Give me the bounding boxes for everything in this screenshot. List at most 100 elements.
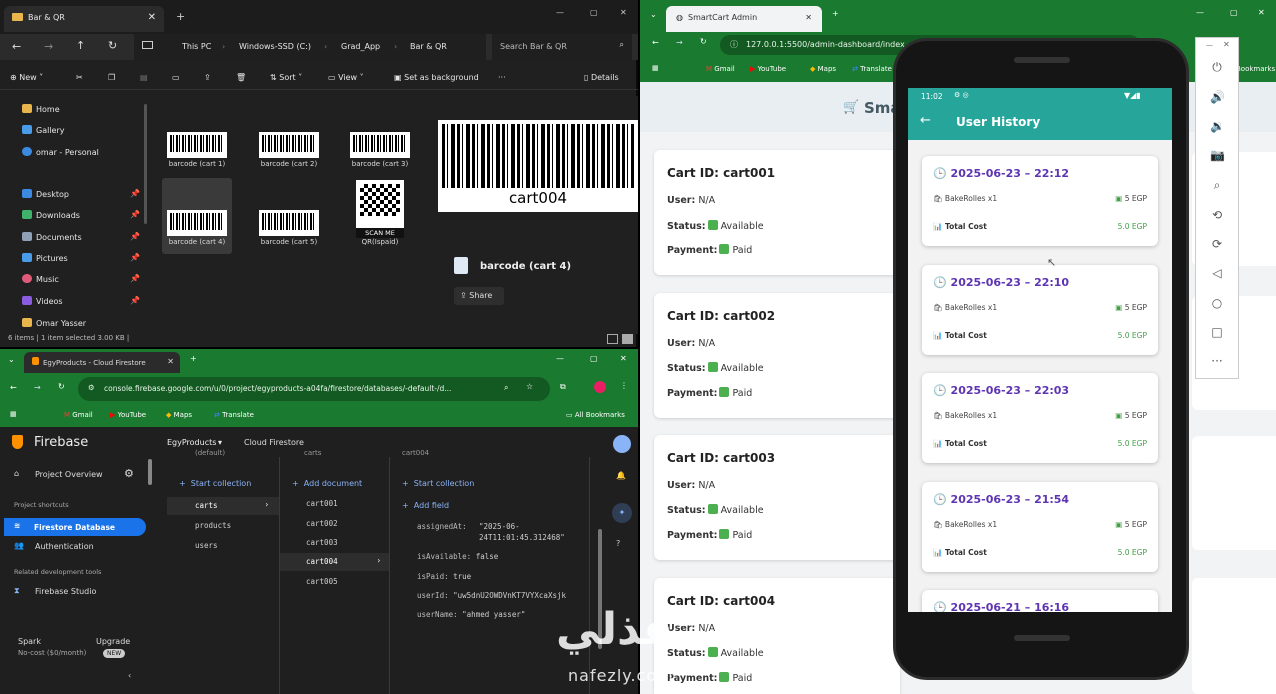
bookmark-maps[interactable]: ◆ Maps [166, 411, 192, 419]
maximize-icon[interactable]: ▢ [1230, 8, 1238, 17]
home-circle-icon[interactable]: ○ [1210, 296, 1224, 310]
search-input[interactable]: Search Bar & QR ⌕ [492, 34, 632, 60]
crumb-this-pc[interactable]: This PC [182, 42, 211, 51]
star-icon[interactable]: ☆ [526, 382, 533, 391]
close-window-icon[interactable]: ✕ [1258, 8, 1265, 17]
field-userId[interactable]: userId: "uw5dnU2OWDVnKT7VYXcaXsjk [417, 591, 587, 600]
power-icon[interactable]: ⏻ [1210, 60, 1224, 74]
bookmark-gmail[interactable]: M Gmail [706, 65, 735, 73]
new-tab-icon[interactable]: + [190, 354, 197, 363]
nav-omar-yasser[interactable]: Omar Yasser [22, 318, 86, 332]
field-isPaid[interactable]: isPaid: true [417, 572, 587, 581]
crumb-grad-app[interactable]: Grad_App [341, 42, 380, 51]
nav-firestore-database[interactable]: ≋ Firestore Database [4, 518, 146, 536]
refresh-icon[interactable]: ↻ [58, 382, 65, 391]
gemini-icon[interactable]: ✦ [612, 503, 632, 523]
minimize-icon[interactable]: — [1196, 8, 1204, 17]
help-icon[interactable]: ? [616, 539, 620, 548]
crumb-drive[interactable]: Windows-SSD (C:) [239, 42, 311, 51]
breadcrumb[interactable]: This PC › Windows-SSD (C:) › Grad_App › … [134, 34, 486, 60]
nav-onedrive[interactable]: omar - Personal [22, 147, 99, 161]
maximize-icon[interactable]: ▢ [590, 8, 598, 17]
nav-music[interactable]: Music [22, 274, 59, 288]
firestore-tab[interactable]: EgyProducts - Cloud Firestore ✕ [24, 352, 180, 373]
close-icon[interactable]: ✕ [805, 13, 812, 22]
apps-icon[interactable]: ▦ [10, 410, 17, 418]
history-card[interactable]: 🕒 2025-06-23 – 22:03 🛍 BakeRolles x1 ▣ 5… [922, 373, 1158, 463]
maximize-icon[interactable]: ▢ [590, 354, 598, 363]
history-card[interactable]: 🕒 2025-06-23 – 21:54 🛍 BakeRolles x1 ▣ 5… [922, 482, 1158, 572]
file-qr-ispaid[interactable]: SCAN ME QR(Ispaid) [345, 178, 415, 254]
document-cart005[interactable]: cart005 [306, 577, 338, 586]
volume-up-icon[interactable]: 🔊 [1210, 90, 1225, 104]
new-tab-icon[interactable]: + [176, 10, 185, 23]
url-bar[interactable]: ⚙ console.firebase.google.com/u/0/projec… [78, 377, 550, 401]
back-icon[interactable]: ← [652, 38, 659, 47]
volume-down-icon[interactable]: 🔉 [1210, 119, 1225, 133]
nav-pictures[interactable]: Pictures [22, 253, 68, 267]
home-icon[interactable]: ⌂ [14, 469, 19, 478]
minimize-icon[interactable]: — [556, 8, 564, 17]
rotate-left-icon[interactable]: ⟲ [1210, 208, 1224, 222]
all-bookmarks[interactable]: Bookmarks [1236, 65, 1275, 73]
apps-icon[interactable]: ▦ [652, 64, 659, 72]
share-icon[interactable]: ⇪ [204, 73, 211, 82]
nav-gallery[interactable]: Gallery [22, 125, 65, 139]
new-button[interactable]: ⊕ New ˅ [10, 73, 43, 82]
paste-icon[interactable]: ▤ [140, 73, 148, 82]
overview-square-icon[interactable]: □ [1210, 325, 1224, 339]
file-barcode-cart-4[interactable]: barcode (cart 4) [162, 178, 232, 254]
nav-videos[interactable]: Videos [22, 296, 63, 310]
collection-products[interactable]: products [195, 521, 231, 530]
bookmark-translate[interactable]: ⇄ Translate [852, 65, 892, 73]
more-icon[interactable]: ··· [1210, 354, 1224, 368]
back-icon[interactable]: ← [12, 40, 21, 53]
close-icon[interactable]: ✕ [167, 357, 174, 366]
rotate-right-icon[interactable]: ⟳ [1210, 237, 1224, 251]
view-button[interactable]: ▭ View ˅ [328, 73, 364, 82]
close-window-icon[interactable]: ✕ [620, 354, 627, 363]
admin-tab[interactable]: ◍ SmartCart Admin ✕ [666, 6, 822, 32]
history-card[interactable]: 🕒 2025-06-23 – 22:12 🛍 BakeRolles x1 ▣ 5… [922, 156, 1158, 246]
delete-icon[interactable]: 🗑 [236, 73, 246, 82]
nav-documents[interactable]: Documents [22, 232, 82, 246]
close-window-icon[interactable]: ✕ [620, 8, 627, 17]
cart-card-cart003[interactable]: Cart ID: cart003 User: N/A Status: Availa… [654, 435, 900, 560]
notifications-icon[interactable]: 🔔 [616, 471, 626, 480]
history-card[interactable]: 🕒 2025-06-23 – 22:10 🛍 BakeRolles x1 ▣ 5… [922, 265, 1158, 355]
bookmark-youtube[interactable]: ▶ YouTube [110, 411, 146, 419]
chevron-down-icon[interactable]: ⌄ [650, 10, 657, 19]
field-assignedAt[interactable]: assignedAt: "2025-06- [417, 522, 587, 531]
back-arrow-icon[interactable]: ← [920, 113, 931, 128]
nav-home[interactable]: Home [22, 104, 60, 118]
nav-scrollbar[interactable] [144, 104, 147, 224]
info-icon[interactable]: ⓘ [730, 39, 738, 50]
cart-card-cart001[interactable]: Cart ID: cart001 User: N/A Status: Availa… [654, 150, 900, 275]
add-field-button[interactable]: + Add field [402, 501, 449, 510]
camera-icon[interactable]: 📷 [1210, 148, 1225, 162]
rename-icon[interactable]: ▭ [172, 73, 180, 82]
upgrade-button[interactable]: Upgrade [96, 637, 130, 646]
nav-downloads[interactable]: Downloads [22, 210, 80, 224]
cart-card-cart002[interactable]: Cart ID: cart002 User: N/A Status: Availa… [654, 293, 900, 418]
field-isAvailable[interactable]: isAvailable: false [417, 552, 587, 561]
cut-icon[interactable]: ✂ [76, 73, 83, 82]
document-cart001[interactable]: cart001 [306, 499, 338, 508]
back-icon[interactable]: ← [10, 383, 17, 392]
grid-view-icon[interactable] [622, 334, 633, 344]
start-subcollection-button[interactable]: + Start collection [402, 479, 474, 488]
project-overview-link[interactable]: Project Overview [35, 470, 103, 479]
project-selector[interactable]: EgyProducts [167, 438, 216, 447]
zoom-icon[interactable]: ⌕ [504, 383, 508, 393]
document-cart003[interactable]: cart003 [306, 538, 338, 547]
add-document-button[interactable]: + Add document [292, 479, 362, 488]
document-cart004[interactable]: cart004 › [280, 553, 389, 571]
nav-firebase-studio[interactable]: Firebase Studio [35, 587, 96, 596]
close-icon[interactable]: ✕ [148, 12, 156, 23]
list-view-icon[interactable] [607, 334, 618, 344]
forward-icon[interactable]: → [676, 38, 683, 47]
history-card[interactable]: 🕒 2025-06-21 – 16:16 [922, 590, 1158, 612]
collection-users[interactable]: users [195, 541, 218, 550]
nav-authentication[interactable]: Authentication [35, 542, 94, 551]
document-cart002[interactable]: cart002 [306, 519, 338, 528]
